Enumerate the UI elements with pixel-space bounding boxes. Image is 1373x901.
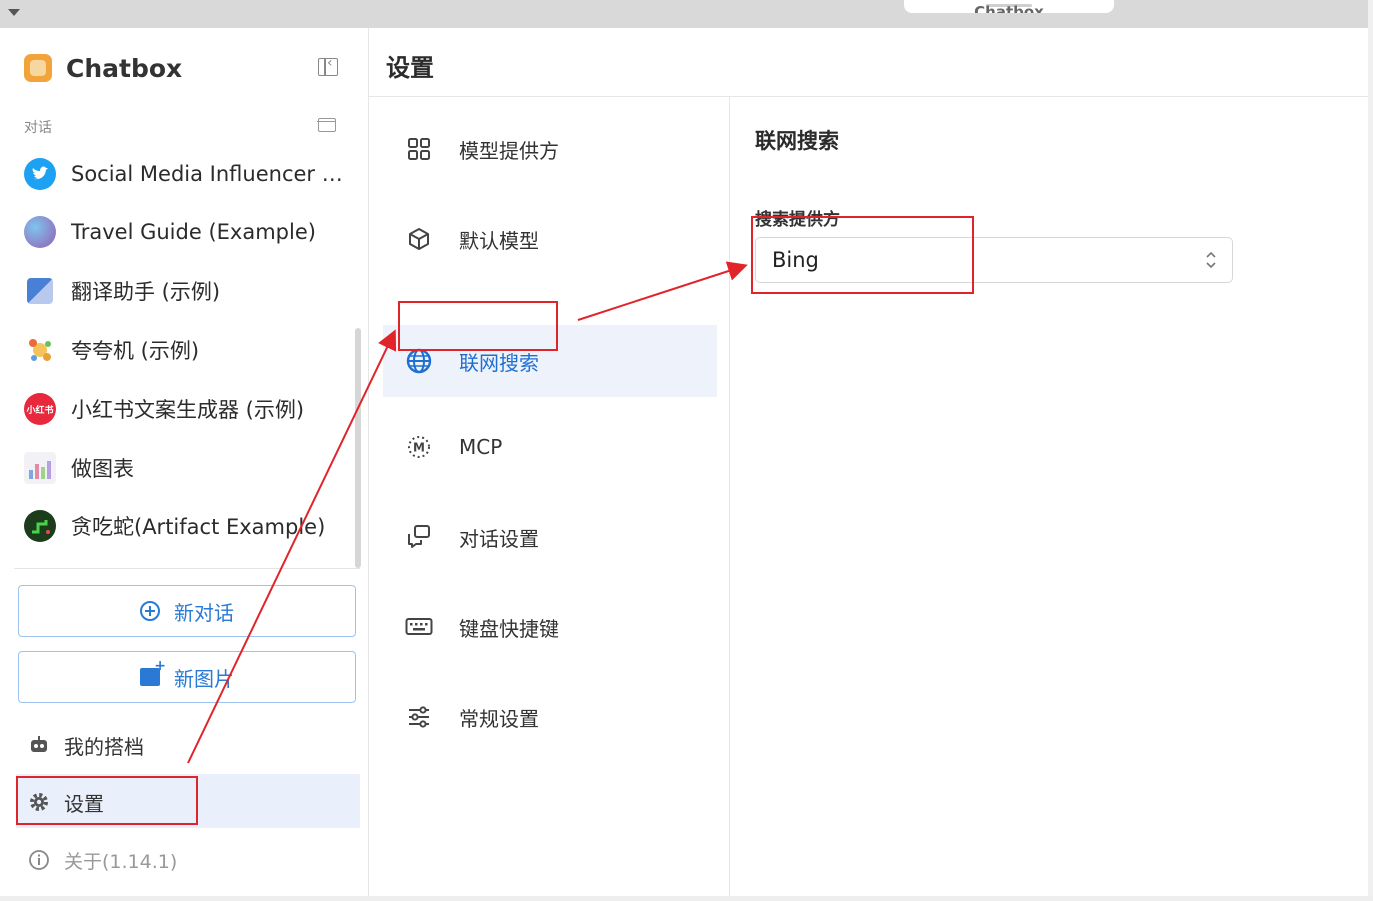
chatbox-logo-icon bbox=[24, 54, 52, 82]
translate-icon bbox=[27, 278, 53, 304]
about-label: 关于(1.14.1) bbox=[64, 850, 178, 873]
conversation-label: 做图表 bbox=[71, 457, 134, 481]
snake-game-icon bbox=[24, 510, 56, 542]
chart-icon bbox=[24, 452, 56, 484]
select-updown-icon bbox=[1204, 249, 1218, 271]
divider bbox=[14, 568, 360, 569]
menu-item-default-model[interactable]: 默认模型 bbox=[383, 208, 717, 270]
conversation-label: Travel Guide (Example) bbox=[71, 220, 316, 244]
menu-item-label: 模型提供方 bbox=[459, 138, 559, 163]
new-image-label: 新图片 bbox=[174, 666, 234, 691]
settings-header: 设置 bbox=[369, 28, 1368, 97]
grid-icon bbox=[405, 137, 433, 161]
window-edge bbox=[0, 896, 1373, 901]
chat-bubbles-icon bbox=[405, 524, 433, 550]
new-image-button[interactable]: 新图片 bbox=[18, 651, 356, 703]
conversation-label: 翻译助手 (示例) bbox=[71, 280, 221, 304]
search-provider-label: 搜索提供方 bbox=[755, 210, 840, 230]
gear-icon bbox=[28, 791, 50, 813]
archive-icon[interactable] bbox=[317, 118, 336, 132]
cube-icon bbox=[405, 227, 433, 251]
app-window: Chatbox 对话 Social Media Influencer (E… T… bbox=[2, 28, 1368, 896]
conversation-scrollbar[interactable] bbox=[355, 328, 361, 568]
menu-item-label: 联网搜索 bbox=[459, 350, 539, 375]
window-title: Chatbox bbox=[974, 3, 1044, 14]
collapse-sidebar-icon[interactable] bbox=[318, 55, 338, 76]
window-menu-caret-icon[interactable] bbox=[8, 9, 20, 16]
conversations-section-label: 对话 bbox=[24, 120, 52, 136]
menu-item-mcp[interactable]: M MCP bbox=[383, 416, 717, 478]
menu-item-web-search[interactable]: 联网搜索 bbox=[383, 325, 717, 397]
globe-icon bbox=[24, 216, 56, 248]
menu-item-label: 默认模型 bbox=[459, 228, 539, 253]
keyboard-icon bbox=[405, 616, 433, 638]
conversation-item[interactable]: 小红书 小红书文案生成器 (示例) bbox=[24, 389, 350, 429]
conversation-item[interactable]: Social Media Influencer (E… bbox=[24, 154, 350, 194]
menu-item-model-provider[interactable]: 模型提供方 bbox=[383, 118, 717, 180]
add-image-icon bbox=[140, 658, 166, 686]
settings-label: 设置 bbox=[64, 791, 104, 816]
plus-circle-icon bbox=[140, 601, 160, 621]
twitter-bird-icon bbox=[24, 158, 56, 190]
section-title: 联网搜索 bbox=[755, 129, 839, 153]
window-titlebar: Chatbox bbox=[0, 0, 1368, 28]
robot-icon bbox=[28, 734, 50, 756]
search-provider-value: Bing bbox=[772, 248, 819, 272]
sparkle-icon bbox=[24, 334, 56, 366]
conversation-item[interactable]: 夸夸机 (示例) bbox=[24, 330, 350, 370]
web-globe-icon bbox=[405, 348, 433, 374]
svg-text:M: M bbox=[413, 441, 425, 455]
menu-item-label: 键盘快捷键 bbox=[459, 616, 559, 641]
conversation-label: 小红书文案生成器 (示例) bbox=[71, 398, 305, 422]
sidebar: Chatbox 对话 Social Media Influencer (E… T… bbox=[2, 28, 369, 896]
new-chat-label: 新对话 bbox=[174, 600, 234, 625]
brand-name: Chatbox bbox=[66, 53, 183, 83]
window-edge bbox=[1368, 0, 1373, 901]
xiaohongshu-icon: 小红书 bbox=[24, 393, 56, 425]
settings-link[interactable]: 设置 bbox=[28, 782, 104, 822]
sliders-icon bbox=[405, 704, 433, 730]
mcp-icon: M bbox=[405, 434, 433, 460]
settings-menu: 模型提供方 默认模型 联网搜索 M MCP 对话设置 键盘快捷键 常规设置 bbox=[369, 97, 730, 896]
menu-item-label: MCP bbox=[459, 435, 503, 459]
settings-content: 联网搜索 搜索提供方 Bing bbox=[730, 97, 1368, 896]
search-provider-select[interactable]: Bing bbox=[755, 237, 1233, 283]
conversation-item[interactable]: 贪吃蛇(Artifact Example) bbox=[24, 506, 350, 546]
conversation-label: Social Media Influencer (E… bbox=[71, 162, 350, 186]
conversation-label: 夸夸机 (示例) bbox=[71, 339, 200, 363]
my-copilots-link[interactable]: 我的搭档 bbox=[28, 725, 144, 765]
menu-item-label: 对话设置 bbox=[459, 526, 539, 551]
brand: Chatbox bbox=[24, 52, 182, 84]
menu-item-keyboard-shortcuts[interactable]: 键盘快捷键 bbox=[383, 596, 717, 658]
info-icon bbox=[28, 849, 50, 871]
conversation-item[interactable]: 翻译助手 (示例) bbox=[24, 271, 350, 311]
conversation-label: 贪吃蛇(Artifact Example) bbox=[71, 515, 326, 539]
menu-item-general-settings[interactable]: 常规设置 bbox=[383, 686, 717, 748]
my-copilots-label: 我的搭档 bbox=[64, 734, 144, 759]
about-link[interactable]: 关于(1.14.1) bbox=[28, 840, 177, 880]
conversation-item[interactable]: 做图表 bbox=[24, 448, 350, 488]
window-title-tab: Chatbox bbox=[904, 0, 1114, 13]
conversation-item[interactable]: Travel Guide (Example) bbox=[24, 212, 350, 252]
menu-item-chat-settings[interactable]: 对话设置 bbox=[383, 506, 717, 568]
menu-item-label: 常规设置 bbox=[459, 706, 539, 731]
page-title: 设置 bbox=[386, 54, 434, 82]
new-chat-button[interactable]: 新对话 bbox=[18, 585, 356, 637]
